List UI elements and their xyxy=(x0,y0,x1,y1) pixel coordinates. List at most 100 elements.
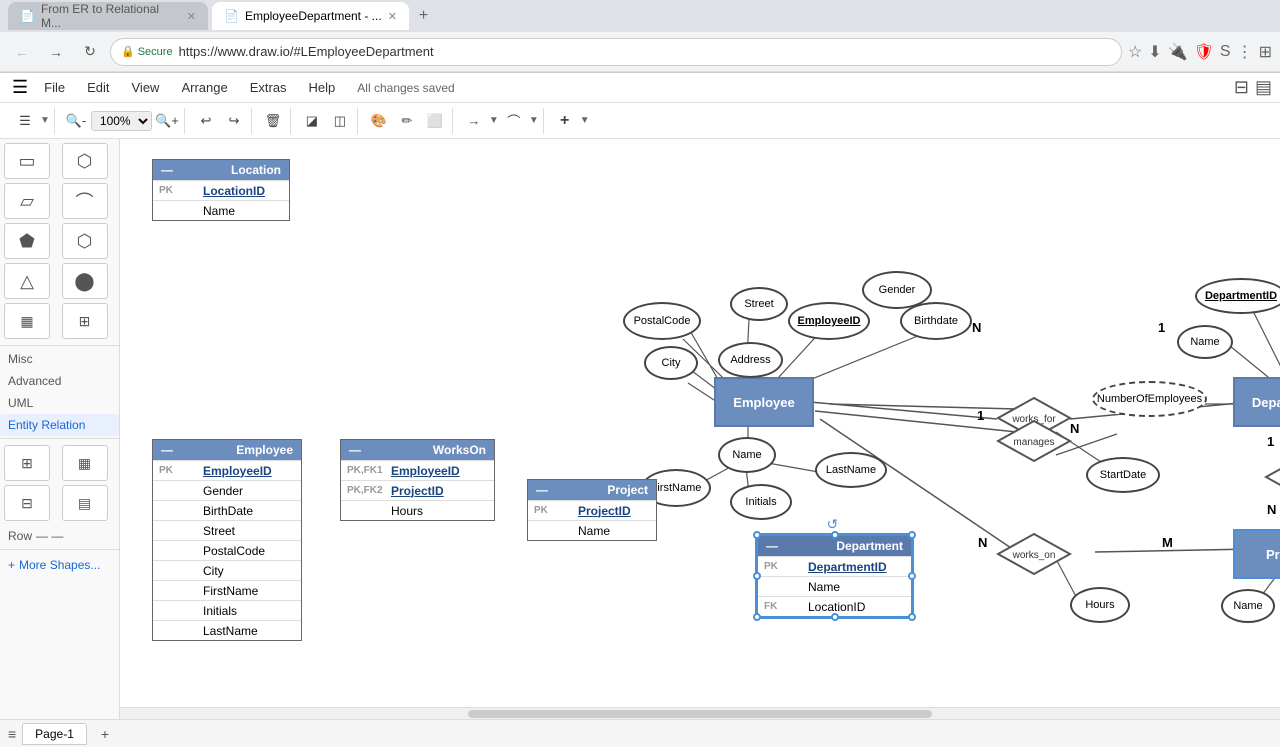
menu-file[interactable]: File xyxy=(34,76,75,99)
rotate-handle[interactable]: ↺ xyxy=(827,516,843,532)
menu-edit[interactable]: Edit xyxy=(77,76,119,99)
horizontal-scrollbar[interactable] xyxy=(120,707,1280,719)
workson-table[interactable]: — WorksOn PK,FK1 EmployeeID PK,FK2 Proje… xyxy=(340,439,495,521)
dept-minimize-icon[interactable]: — xyxy=(766,539,778,553)
paste-style-button[interactable]: ◫ xyxy=(327,108,353,134)
er-shape-3[interactable]: ⊟ xyxy=(4,485,50,521)
page-menu-icon[interactable]: ≡ xyxy=(8,726,16,742)
location-table[interactable]: — Location PK LocationID Name xyxy=(152,159,290,221)
connector-button[interactable]: → xyxy=(461,108,487,134)
shape-hex[interactable]: ⬡ xyxy=(62,223,108,259)
sidebar-item-advanced[interactable]: Advanced xyxy=(0,370,119,392)
shape-table1[interactable]: ▦ xyxy=(4,303,50,339)
minimize-icon[interactable]: — xyxy=(161,163,173,177)
employeeid-ellipse[interactable]: EmployeeID xyxy=(788,302,870,340)
sidebar-item-uml[interactable]: UML xyxy=(0,392,119,414)
tab-1[interactable]: 📄 From ER to Relational M... ✕ xyxy=(8,2,208,30)
screen-icon[interactable]: ⊞ xyxy=(1259,42,1272,62)
row-handle[interactable]: Row — — xyxy=(0,525,119,547)
redo-button[interactable]: ↪ xyxy=(221,108,247,134)
line-color-button[interactable]: ✏ xyxy=(394,108,420,134)
zoom-out-button[interactable]: 🔍- xyxy=(63,108,89,134)
menu-view[interactable]: View xyxy=(122,76,170,99)
address-ellipse[interactable]: Address xyxy=(718,342,783,378)
menu-extras[interactable]: Extras xyxy=(240,76,297,99)
shape-arc[interactable]: ⌒ xyxy=(62,183,108,219)
employee-table[interactable]: — Employee PK EmployeeID Gender BirthDat… xyxy=(152,439,302,641)
zoom-in-button[interactable]: 🔍+ xyxy=(154,108,180,134)
birthdate-ellipse[interactable]: Birthdate xyxy=(900,302,972,340)
controls-diamond[interactable]: controls xyxy=(1264,455,1280,499)
department-entity[interactable]: Department xyxy=(1233,377,1280,427)
reload-button[interactable]: ↻ xyxy=(76,38,104,66)
shape-rect[interactable]: ▭ xyxy=(4,143,50,179)
employee-name-ellipse[interactable]: Name xyxy=(718,437,776,473)
shape-triangle[interactable]: △ xyxy=(4,263,50,299)
tab-1-close[interactable]: ✕ xyxy=(187,10,196,23)
project-minimize-icon[interactable]: — xyxy=(536,483,548,497)
canvas-area[interactable]: — Location PK LocationID Name Employee D… xyxy=(120,139,1280,719)
main-layout: ▭ ⬡ ▱ ⌒ ⬟ ⬡ △ ⬤ ▦ ⊞ Misc Advanced UML En… xyxy=(0,139,1280,719)
delete-button[interactable]: 🗑 xyxy=(260,108,286,134)
undo-button[interactable]: ↩ xyxy=(193,108,219,134)
tab-2[interactable]: 📄 EmployeeDepartment - ... ✕ xyxy=(212,2,409,30)
shape-diamond[interactable]: ⬟ xyxy=(4,223,50,259)
fill-color-button[interactable]: 🎨 xyxy=(366,108,392,134)
departmentid-ellipse[interactable]: DepartmentID xyxy=(1195,278,1280,314)
employee-entity[interactable]: Employee xyxy=(714,377,814,427)
back-button[interactable]: ← xyxy=(8,38,36,66)
initials-ellipse[interactable]: Initials xyxy=(730,484,792,520)
insert-button[interactable]: + xyxy=(552,108,578,134)
new-tab-button[interactable]: + xyxy=(413,7,434,25)
page-1-tab[interactable]: Page-1 xyxy=(22,723,87,745)
location-title: Location xyxy=(231,163,281,177)
extension-icon-4[interactable]: S xyxy=(1220,43,1231,61)
lastname-ellipse[interactable]: LastName xyxy=(815,452,887,488)
dept-name-ellipse[interactable]: Name xyxy=(1177,325,1233,359)
zoom-select[interactable]: 100% 75% 50% 150% xyxy=(91,111,152,131)
shape-parallelogram[interactable]: ▱ xyxy=(4,183,50,219)
postalcode-ellipse[interactable]: PostalCode xyxy=(623,302,701,340)
hours-ellipse[interactable]: Hours xyxy=(1070,587,1130,623)
more-shapes-button[interactable]: + More Shapes... xyxy=(0,552,119,578)
label-n4: N xyxy=(978,535,987,550)
copy-style-button[interactable]: ◪ xyxy=(299,108,325,134)
fullscreen-icon[interactable]: ⊟ xyxy=(1234,77,1249,98)
er-shape-2[interactable]: ▦ xyxy=(62,445,108,481)
extension-icon-3[interactable]: 🛡 xyxy=(1194,42,1214,62)
er-shape-1[interactable]: ⊞ xyxy=(4,445,50,481)
star-icon[interactable]: ☆ xyxy=(1128,42,1142,62)
project-name-ellipse[interactable]: Name xyxy=(1221,589,1275,623)
forward-button[interactable]: → xyxy=(42,38,70,66)
tab-2-close[interactable]: ✕ xyxy=(388,10,397,23)
sidebar-toggle-icon[interactable]: ▤ xyxy=(1255,77,1272,98)
menu-arrange[interactable]: Arrange xyxy=(171,76,237,99)
er-shape-4[interactable]: ▤ xyxy=(62,485,108,521)
department-table-selected[interactable]: — Department PK DepartmentID Name FK Loc… xyxy=(757,535,912,617)
extension-icon-2[interactable]: 🔌 xyxy=(1168,42,1188,62)
startdate-ellipse[interactable]: StartDate xyxy=(1086,457,1160,493)
shape-table2[interactable]: ⊞ xyxy=(62,303,108,339)
project-entity[interactable]: Project xyxy=(1233,529,1280,579)
shape-button[interactable]: ⬜ xyxy=(422,108,448,134)
menu-toggle-button[interactable]: ☰ xyxy=(12,108,38,134)
extension-icon-1[interactable]: ⬇ xyxy=(1148,42,1161,62)
sidebar-item-entity-relation[interactable]: Entity Relation xyxy=(0,414,119,436)
street-ellipse[interactable]: Street xyxy=(730,287,788,321)
menu-help[interactable]: Help xyxy=(299,76,346,99)
browser-chrome: 📄 From ER to Relational M... ✕ 📄 Employe… xyxy=(0,0,1280,73)
settings-icon[interactable]: ⋮ xyxy=(1237,42,1253,62)
works-on-diamond[interactable]: works_on xyxy=(996,532,1072,576)
workson-minimize-icon[interactable]: — xyxy=(349,443,361,457)
employee-minimize-icon[interactable]: — xyxy=(161,443,173,457)
shape-rounded[interactable]: ⬡ xyxy=(62,143,108,179)
address-bar[interactable]: 🔒 Secure https://www.draw.io/#LEmployeeD… xyxy=(110,38,1122,66)
add-page-button[interactable]: + xyxy=(93,723,117,745)
sidebar-item-misc[interactable]: Misc xyxy=(0,348,119,370)
project-table[interactable]: — Project PK ProjectID Name xyxy=(527,479,657,541)
shape-circle[interactable]: ⬤ xyxy=(62,263,108,299)
waypoint-button[interactable]: ⌒ xyxy=(501,108,527,134)
city-ellipse[interactable]: City xyxy=(644,346,698,380)
numemployees-ellipse[interactable]: NumberOfEmployees xyxy=(1092,381,1207,417)
manages-diamond[interactable]: manages xyxy=(996,419,1072,463)
